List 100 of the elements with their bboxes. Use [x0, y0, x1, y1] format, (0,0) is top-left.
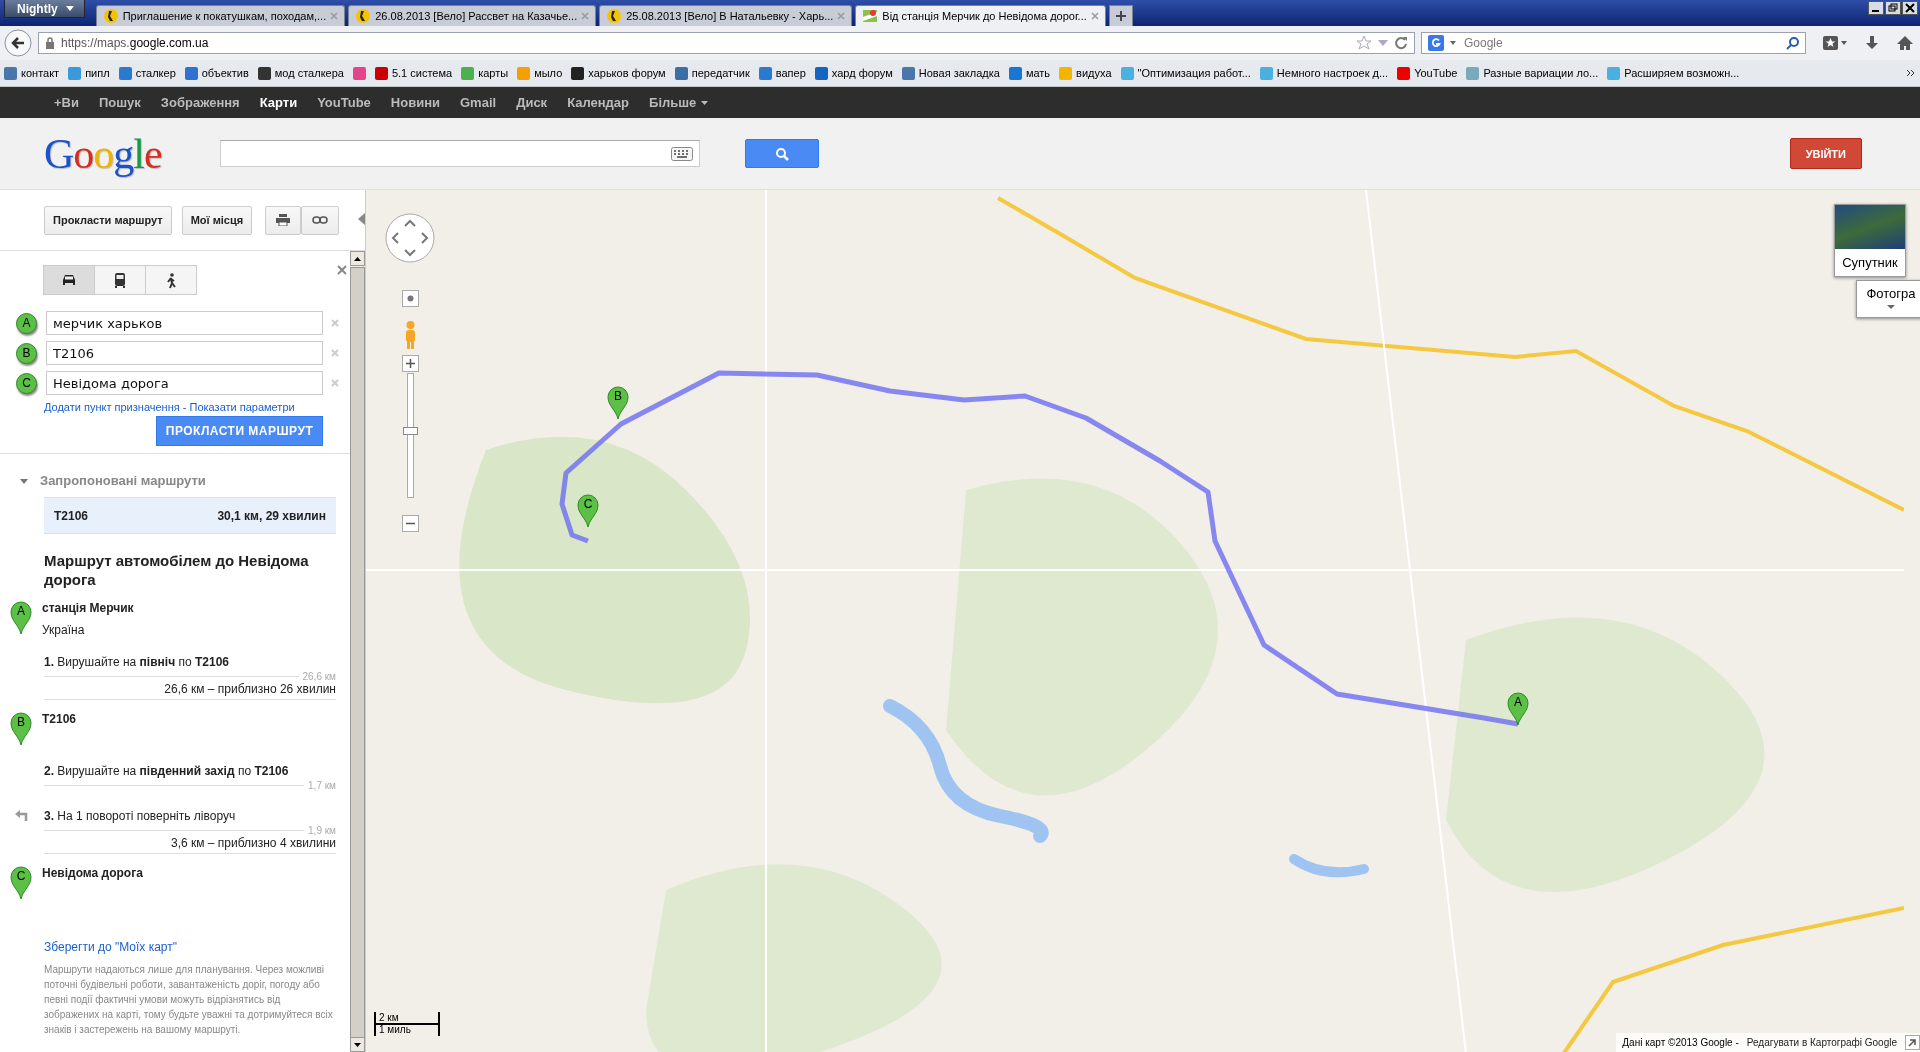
- sign-in-button[interactable]: УВІЙТИ: [1789, 138, 1862, 169]
- browser-tab[interactable]: 25.08.2013 [Вело] В Натальевку - Харь...: [599, 5, 853, 26]
- bookmark[interactable]: видуха: [1059, 66, 1112, 80]
- bookmark[interactable]: YouTube: [1397, 66, 1458, 80]
- reload-icon[interactable]: [1394, 36, 1408, 50]
- scroll-down-icon[interactable]: [354, 1042, 361, 1047]
- direction-step: 1. Вирушайте на північ по T2106: [44, 655, 229, 669]
- bookmark[interactable]: мод сталкера: [257, 66, 344, 80]
- search-field[interactable]: [220, 140, 700, 167]
- link-button[interactable]: [301, 205, 339, 235]
- directions-button[interactable]: Прокласти маршрут: [44, 205, 172, 235]
- waypoint-name: станція Мерчик: [42, 601, 134, 615]
- favicon-icon: [102, 8, 119, 24]
- locate-button[interactable]: [402, 290, 419, 307]
- waypoint-input[interactable]: мерчик харьков: [46, 311, 323, 335]
- nav-link[interactable]: Карти: [249, 95, 308, 110]
- nav-link[interactable]: Більше: [639, 95, 719, 110]
- nav-link[interactable]: Новини: [380, 95, 450, 110]
- section-heading: Запропоновані маршрути: [40, 473, 206, 488]
- travel-mode-tab[interactable]: [94, 265, 146, 295]
- scroll-up-icon[interactable]: [354, 256, 361, 261]
- nav-link[interactable]: Зображення: [150, 95, 250, 110]
- show-options-link[interactable]: Показати параметри: [189, 401, 295, 413]
- bookmark-icon: [1059, 66, 1073, 80]
- bookmark[interactable]: сталкер: [118, 66, 176, 80]
- bookmark-icon[interactable]: [352, 66, 366, 80]
- bookmark[interactable]: хард форум: [814, 66, 893, 80]
- zoom-thumb[interactable]: [403, 427, 418, 435]
- bookmark[interactable]: "Оптимизация работ...: [1120, 66, 1251, 80]
- pan-control[interactable]: [384, 212, 436, 264]
- turn-left-icon: [14, 809, 28, 821]
- my-places-button[interactable]: Мої місця: [181, 205, 253, 235]
- nav-link[interactable]: Gmail: [450, 95, 507, 110]
- direction-step: 3. На 1 повороті поверніть ліворуч: [44, 809, 236, 823]
- bookmark[interactable]: мыло: [517, 66, 563, 80]
- print-button[interactable]: [265, 205, 301, 235]
- map-marker[interactable]: C: [577, 494, 599, 528]
- bookmarks-icon[interactable]: [1822, 35, 1848, 51]
- satellite-thumbnail: [1835, 205, 1905, 249]
- favicon-icon: [606, 8, 623, 24]
- edit-map-link[interactable]: Редагувати в Картографі Google: [1746, 1037, 1897, 1048]
- restore-icon[interactable]: [1885, 1, 1901, 15]
- expanded-icon[interactable]: [20, 476, 28, 485]
- bookmark[interactable]: передатчик: [674, 66, 750, 80]
- search-button[interactable]: [745, 139, 819, 168]
- bookmark[interactable]: мать: [1008, 66, 1051, 80]
- travel-mode-tab[interactable]: [43, 265, 95, 295]
- travel-mode-tab[interactable]: [145, 265, 197, 295]
- browser-tab[interactable]: Від станція Мерчик до Невідома дорог...: [855, 5, 1106, 26]
- search-field[interactable]: Google: [1421, 32, 1806, 54]
- zoom-in-button[interactable]: [402, 355, 419, 372]
- satellite-button[interactable]: Супутник: [1834, 204, 1906, 277]
- bookmark[interactable]: вапер: [758, 66, 806, 80]
- waypoint-input[interactable]: Невідома дорога: [46, 371, 323, 395]
- minimize-icon[interactable]: [1868, 1, 1884, 15]
- bookmark[interactable]: Расширяем возможн...: [1607, 66, 1740, 80]
- chevron-icon[interactable]: [1906, 69, 1916, 77]
- nav-link[interactable]: Пошук: [89, 95, 151, 110]
- bookmark[interactable]: карты: [461, 66, 509, 80]
- bookmark[interactable]: объектив: [184, 66, 249, 80]
- keyboard-icon[interactable]: [671, 146, 693, 161]
- add-destination-link[interactable]: Додати пункт призначення: [44, 401, 180, 413]
- map-marker[interactable]: B: [607, 386, 629, 420]
- caret-icon[interactable]: [1450, 41, 1456, 45]
- nav-link[interactable]: +Ви: [44, 95, 89, 110]
- route-option[interactable]: T2106 30,1 км, 29 хвилин: [44, 497, 336, 534]
- new-tab-button[interactable]: [1108, 5, 1133, 26]
- zoom-out-button[interactable]: [402, 515, 419, 532]
- bookmark-icon: [257, 66, 271, 80]
- bookmark-icon: [4, 66, 17, 80]
- bookmark[interactable]: Немного настроек д...: [1259, 66, 1389, 80]
- favicon-icon: [355, 8, 372, 24]
- waypoint-input[interactable]: T2106: [46, 341, 323, 365]
- bookmark[interactable]: контакт: [4, 66, 60, 80]
- home-icon[interactable]: [1896, 35, 1914, 51]
- save-link[interactable]: Зберегти до "Моїх карт": [44, 940, 350, 954]
- close-icon[interactable]: [1902, 1, 1918, 15]
- bookmark[interactable]: харьков форум: [571, 66, 666, 80]
- photos-button[interactable]: Фотогра: [1856, 280, 1920, 318]
- bookmark[interactable]: Разные вариации ло...: [1466, 66, 1599, 80]
- bookmark[interactable]: пипл: [68, 66, 110, 80]
- nav-link[interactable]: YouTube: [307, 95, 381, 110]
- bookmark-star-icon[interactable]: [1356, 35, 1372, 51]
- bookmark[interactable]: Новая закладка: [901, 66, 1000, 80]
- nav-link[interactable]: Календар: [557, 95, 640, 110]
- browser-menu-button[interactable]: Nightly: [4, 0, 85, 18]
- address-bar[interactable]: https://maps.google.com.ua: [38, 32, 1415, 54]
- bookmark[interactable]: 5.1 система: [374, 66, 453, 80]
- nav-link[interactable]: Диск: [506, 95, 558, 110]
- browser-tab[interactable]: Приглашение к покатушкам, походам,...: [95, 5, 346, 26]
- map-attribution: Дані карт ©2013 Google -: [1622, 1037, 1739, 1048]
- step-distance: 1,7 км: [308, 780, 336, 791]
- back-button[interactable]: [4, 29, 32, 57]
- expand-icon[interactable]: [1905, 1035, 1920, 1050]
- bookmark-icon: [461, 66, 475, 80]
- download-icon[interactable]: [1864, 35, 1880, 51]
- search-engine-icon[interactable]: [1428, 35, 1444, 51]
- browser-tab[interactable]: 26.08.2013 [Вело] Рассвет на Казачье...: [348, 5, 597, 26]
- search-icon[interactable]: [1786, 36, 1799, 50]
- map-marker[interactable]: A: [1507, 692, 1529, 726]
